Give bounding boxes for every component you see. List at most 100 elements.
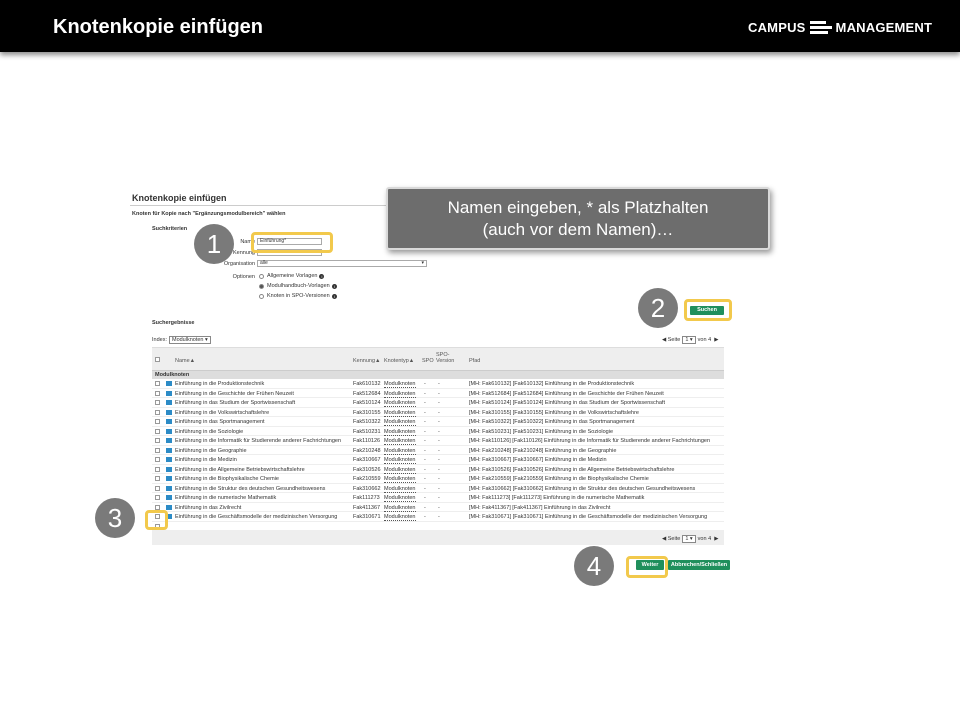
table-row[interactable]: Einführung in die Soziologie Fak510231 Mod… xyxy=(152,427,724,436)
row-spo: - xyxy=(424,428,426,435)
row-name[interactable]: Einführung in die Geschichte der Frühen … xyxy=(175,391,294,397)
row-pfad: [MH: Fak210248] [Fak210248] Einführung i… xyxy=(469,447,617,454)
index-filter: Index: Modulknoten ▾ xyxy=(152,336,211,344)
node-icon xyxy=(166,457,172,462)
col-spo-version: SPO-Version xyxy=(436,352,455,364)
row-name[interactable]: Einführung in die Produktionstechnik xyxy=(175,381,264,387)
row-name[interactable]: Einführung in die Biophysikalische Chemi… xyxy=(175,476,279,482)
option-modulhandbuch-vorlagen[interactable]: Modulhandbuch-Vorlagen i xyxy=(259,283,337,289)
row-kennung: Fak310526 xyxy=(353,466,381,473)
row-checkbox[interactable] xyxy=(155,381,160,386)
row-spo: - xyxy=(424,495,426,501)
row-name[interactable]: Einführung in die Soziologie xyxy=(175,429,243,435)
table-row[interactable]: Einführung in die Geschichte der Frühen … xyxy=(152,389,724,398)
row-checkbox[interactable] xyxy=(155,419,160,424)
row-name[interactable]: Einführung in die Informatik für Studier… xyxy=(175,438,341,444)
criteria-title: Suchkriterien xyxy=(152,226,188,232)
row-spo: - xyxy=(424,447,426,454)
row-checkbox[interactable] xyxy=(155,466,160,472)
page-select[interactable]: 1 ▾ xyxy=(682,535,696,543)
row-checkbox[interactable] xyxy=(155,400,160,405)
row-name[interactable]: Einführung in die Struktur des deutschen… xyxy=(175,486,325,492)
node-icon xyxy=(166,409,172,415)
highlight-next-button xyxy=(626,556,668,578)
table-row[interactable]: Einführung in die Geschäftsmodelle der m… xyxy=(152,512,724,522)
row-spo: - xyxy=(424,514,426,520)
next-page-icon[interactable]: ▶ xyxy=(711,337,718,343)
row-name[interactable]: Einführung in das Sportmanagement xyxy=(175,419,265,425)
node-icon xyxy=(166,495,172,500)
row-name[interactable]: Einführung in die Volkswirtschaftslehre xyxy=(175,410,269,416)
row-name[interactable]: Einführung in das Studium der Sportwisse… xyxy=(175,400,295,406)
table-row[interactable]: Einführung in die Medizin Fak310667 Modulk… xyxy=(152,455,724,465)
row-pfad: [MH: Fak210559] [Fak210559] Einführung i… xyxy=(469,476,649,482)
table-row[interactable]: Einführung in das Sportmanagement Fak5103… xyxy=(152,417,724,427)
col-knotentyp[interactable]: Knotentyp▲ xyxy=(384,358,414,364)
row-spo-version: - xyxy=(438,476,440,482)
row-name[interactable]: Einführung in die numerische Mathematik xyxy=(175,495,276,501)
row-checkbox[interactable] xyxy=(155,476,160,481)
col-name[interactable]: Name▲ xyxy=(175,358,195,364)
organisation-select[interactable]: alle ▾ xyxy=(257,260,427,267)
table-row[interactable]: Einführung in die Biophysikalische Chemi… xyxy=(152,474,724,484)
page-value: 1 xyxy=(685,536,689,542)
row-name[interactable]: Einführung in die Geschäftsmodelle der m… xyxy=(175,514,337,520)
table-header: Name▲ Kennung▲ Knotentyp▲ SPO SPO-Versio… xyxy=(152,347,724,371)
logo-mark-icon xyxy=(809,19,832,35)
row-knotentyp: Modulknoten xyxy=(384,428,416,436)
row-name[interactable]: Einführung in die Geographie xyxy=(175,448,247,454)
row-pfad: [MH: Fak310667] [Fak310667] Einführung i… xyxy=(469,457,607,463)
page-select[interactable]: 1 ▾ xyxy=(682,336,696,344)
row-knotentyp: Modulknoten xyxy=(384,514,416,521)
col-kennung[interactable]: Kennung▲ xyxy=(353,358,380,364)
row-name[interactable]: Einführung in die Medizin xyxy=(175,457,237,463)
row-knotentyp: Modulknoten xyxy=(384,381,416,388)
row-name[interactable]: Einführung in das Zivilrecht xyxy=(175,505,241,511)
table-row[interactable]: Einführung in die Informatik für Studier… xyxy=(152,436,724,446)
logo-text-right: MANAGEMENT xyxy=(835,19,933,35)
option-knoten-spo[interactable]: Knoten in SPO-Versionen i xyxy=(259,293,337,299)
row-spo-version: - xyxy=(438,457,440,463)
row-checkbox[interactable] xyxy=(155,457,160,462)
row-knotentyp: Modulknoten xyxy=(384,419,416,426)
row-checkbox[interactable] xyxy=(155,504,160,510)
row-checkbox[interactable] xyxy=(155,447,160,453)
next-page-icon[interactable]: ▶ xyxy=(711,536,718,542)
row-kennung: Fak110126 xyxy=(353,438,381,444)
table-row[interactable]: Einführung in die numerische Mathematik F… xyxy=(152,493,724,503)
row-checkbox[interactable] xyxy=(155,495,160,500)
node-icon xyxy=(166,447,172,453)
node-icon xyxy=(166,400,172,405)
row-name[interactable]: Einführung in die Allgemeine Betriebswir… xyxy=(175,467,305,473)
row-spo: - xyxy=(424,476,426,482)
table-row[interactable]: Einführung in die Allgemeine Betriebswir… xyxy=(152,465,724,474)
page-label: Seite xyxy=(667,337,681,343)
row-spo-version: - xyxy=(438,514,440,520)
page-value: 1 xyxy=(685,337,689,343)
row-checkbox[interactable] xyxy=(155,428,160,434)
node-icon xyxy=(166,381,172,386)
row-kennung: Fak610132 xyxy=(353,381,381,387)
group-header: Modulknoten xyxy=(152,371,724,379)
table-row[interactable]: Einführung in die Geographie Fak210248 Mod… xyxy=(152,446,724,455)
option-allgemeine-vorlagen[interactable]: Allgemeine Vorlagen i xyxy=(259,273,325,279)
dialog-subheading: Knoten für Kopie nach "Ergänzungsmodulbe… xyxy=(132,211,286,217)
node-icon xyxy=(166,504,172,510)
table-row[interactable]: Einführung in die Volkswirtschaftslehre F… xyxy=(152,408,724,417)
row-spo-version: - xyxy=(438,381,440,387)
table-row[interactable]: Einführung in das Studium der Sportwisse… xyxy=(152,398,724,408)
row-checkbox[interactable] xyxy=(155,485,160,491)
select-all-checkbox[interactable] xyxy=(155,357,160,362)
row-checkbox[interactable] xyxy=(155,438,160,443)
table-row[interactable]: Einführung in die Produktionstechnik Fak6… xyxy=(152,379,724,389)
row-checkbox[interactable] xyxy=(155,409,160,415)
row-pfad: [MH: Fak512684] [Fak512684] Einführung i… xyxy=(469,390,664,397)
table-row[interactable]: Einführung in das Zivilrecht Fak411367 Mod… xyxy=(152,503,724,512)
row-checkbox[interactable] xyxy=(155,390,160,396)
info-icon: i xyxy=(319,273,325,279)
cancel-close-button[interactable]: Abbrechen/Schließen xyxy=(668,560,730,570)
row-pfad: [MH: Fak111273] [Fak111273] Einführung i… xyxy=(469,495,645,501)
index-select[interactable]: Modulknoten ▾ xyxy=(168,336,211,344)
option-label: Knoten in SPO-Versionen xyxy=(267,293,330,299)
table-row[interactable]: Einführung in die Struktur des deutschen… xyxy=(152,484,724,493)
